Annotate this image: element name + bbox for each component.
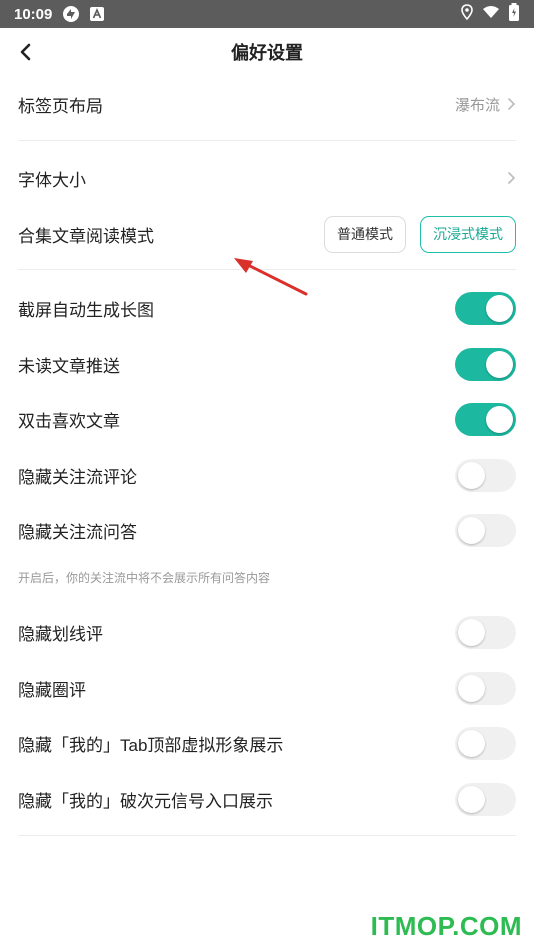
toggle-switch[interactable] xyxy=(455,347,516,381)
toggle-label: 隐藏划线评 xyxy=(18,624,103,644)
toggle-right xyxy=(455,347,516,381)
tab-layout-label: 标签页布局 xyxy=(18,96,103,116)
toggle-right xyxy=(455,615,516,649)
toggle-right xyxy=(455,726,516,760)
collection-mode-label: 合集文章阅读模式 xyxy=(18,226,154,246)
toggle-row: 隐藏关注流评论 xyxy=(18,457,516,493)
chevron-right-icon xyxy=(506,171,516,185)
toggle-label: 隐藏关注流问答 xyxy=(18,522,137,542)
status-bar: 10:09 xyxy=(0,0,534,28)
page-title: 偏好设置 xyxy=(231,43,303,63)
collection-mode-row: 合集文章阅读模式 普通模式 沉浸式模式 xyxy=(18,214,516,254)
toggle-right xyxy=(455,513,516,547)
toggle-switch[interactable] xyxy=(455,671,516,705)
toggle-knob xyxy=(458,674,485,702)
battery-icon xyxy=(508,2,520,26)
toggle-switch[interactable] xyxy=(455,458,516,492)
toggle-knob xyxy=(458,785,485,813)
toggle-switch[interactable] xyxy=(455,726,516,760)
toggle-row: 截屏自动生成长图 xyxy=(18,290,516,326)
normal-mode-button[interactable]: 普通模式 xyxy=(324,215,406,253)
toggle-row: 隐藏「我的」破次元信号入口展示 xyxy=(18,781,516,817)
toggle-knob xyxy=(486,294,513,322)
chevron-left-icon xyxy=(20,43,31,61)
divider xyxy=(18,835,516,836)
toggle-row: 隐藏「我的」Tab顶部虚拟形象展示 xyxy=(18,725,516,761)
mode-buttons: 普通模式 沉浸式模式 xyxy=(324,215,516,253)
toggle-row: 双击喜欢文章 xyxy=(18,401,516,437)
immersive-mode-button[interactable]: 沉浸式模式 xyxy=(420,215,516,253)
location-icon xyxy=(460,3,474,25)
tab-layout-row[interactable]: 标签页布局 瀑布流 xyxy=(18,84,516,124)
divider xyxy=(18,140,516,141)
toggle-knob xyxy=(458,618,485,646)
toggle-label: 隐藏「我的」Tab顶部虚拟形象展示 xyxy=(18,735,284,755)
wifi-icon xyxy=(482,5,500,24)
toggle-row: 隐藏圈评 xyxy=(18,670,516,706)
tab-layout-right: 瀑布流 xyxy=(455,94,516,115)
chevron-right-icon xyxy=(506,97,516,111)
watermark: ITMOP.COM xyxy=(370,911,522,941)
toggle-label: 隐藏关注流评论 xyxy=(18,467,137,487)
toggle-right xyxy=(455,458,516,492)
toggle-label: 双击喜欢文章 xyxy=(18,411,120,431)
toggle-knob xyxy=(458,729,485,757)
toggle-switch[interactable] xyxy=(455,513,516,547)
hint-text: 开启后，你的关注流中将不会展示所有问答内容 xyxy=(18,571,271,585)
toggle-row: 隐藏划线评 xyxy=(18,614,516,650)
toggle-label: 隐藏圈评 xyxy=(18,680,86,700)
toggle-switch[interactable] xyxy=(455,402,516,436)
sync-icon xyxy=(62,5,80,23)
toggle-right xyxy=(455,402,516,436)
font-size-row[interactable]: 字体大小 xyxy=(18,158,516,198)
font-size-right xyxy=(506,171,516,185)
status-time: 10:09 xyxy=(14,5,53,23)
toggle-right xyxy=(455,782,516,816)
toggle-label: 截屏自动生成长图 xyxy=(18,300,154,320)
font-size-label: 字体大小 xyxy=(18,170,86,190)
toggle-knob xyxy=(486,350,513,378)
toggle-row: 未读文章推送 xyxy=(18,346,516,382)
back-button[interactable] xyxy=(12,38,40,66)
app-a-icon xyxy=(90,7,105,21)
toggle-switch[interactable] xyxy=(455,615,516,649)
toggle-knob xyxy=(486,405,513,433)
toggle-right xyxy=(455,291,516,325)
toggle-knob xyxy=(458,461,485,489)
toggle-right xyxy=(455,671,516,705)
toggle-switch[interactable] xyxy=(455,291,516,325)
toggle-row: 隐藏关注流问答 xyxy=(18,512,516,548)
toggle-knob xyxy=(458,516,485,544)
toggle-label: 隐藏「我的」破次元信号入口展示 xyxy=(18,791,273,811)
toggle-switch[interactable] xyxy=(455,782,516,816)
tab-layout-value: 瀑布流 xyxy=(454,96,500,114)
toggle-label: 未读文章推送 xyxy=(18,356,120,376)
app-header: 偏好设置 xyxy=(0,28,534,76)
status-right-icons xyxy=(460,2,520,26)
